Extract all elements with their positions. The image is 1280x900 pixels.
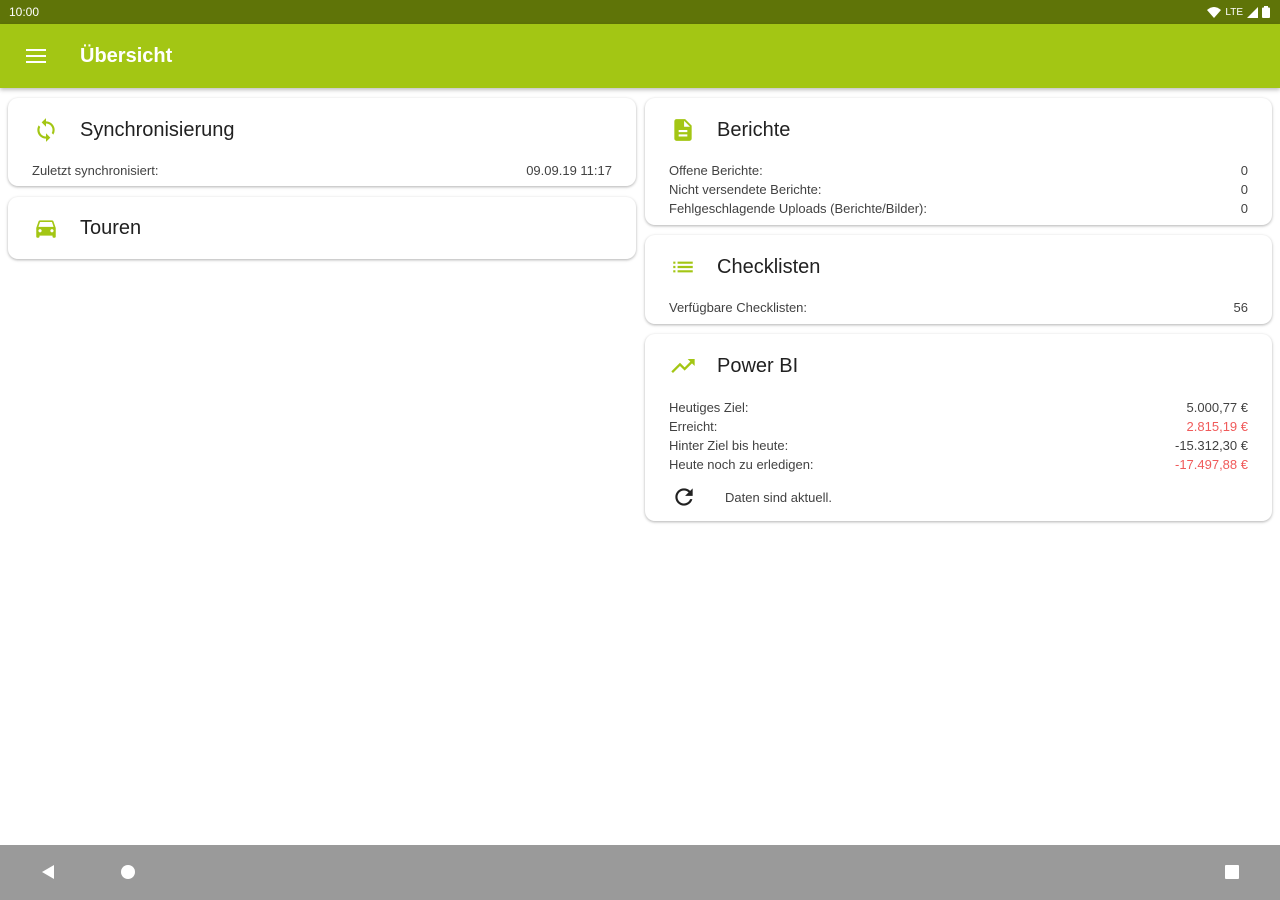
row-label: Heute noch zu erledigen:: [669, 457, 814, 472]
powerbi-row-todo: Heute noch zu erledigen: -17.497,88 €: [669, 455, 1248, 474]
sync-card[interactable]: Synchronisierung Zuletzt synchronisiert:…: [8, 98, 636, 186]
home-button[interactable]: [108, 852, 148, 892]
network-type: LTE: [1225, 6, 1243, 18]
row-label: Verfügbare Checklisten:: [669, 300, 808, 315]
row-label: Offene Berichte:: [669, 163, 763, 178]
home-icon: [121, 865, 135, 879]
app-bar: Übersicht: [0, 24, 1280, 88]
reports-row-unsent: Nicht versendete Berichte: 0: [669, 180, 1248, 199]
powerbi-row-target: Heutiges Ziel: 5.000,77 €: [669, 398, 1248, 417]
checklists-row-available: Verfügbare Checklisten: 56: [669, 298, 1248, 317]
row-value: -15.312,30 €: [1174, 438, 1248, 453]
recents-button[interactable]: [1212, 852, 1252, 892]
powerbi-row-achieved: Erreicht: 2.815,19 €: [669, 417, 1248, 436]
page-title: Übersicht: [80, 44, 173, 67]
status-icons: LTE: [1207, 6, 1270, 18]
refresh-button[interactable]: [669, 482, 699, 512]
row-label: Heutiges Ziel:: [669, 400, 749, 415]
powerbi-title: Power BI: [717, 354, 799, 377]
trending-up-icon: [669, 352, 697, 380]
row-value: 09.09.19 11:17: [526, 163, 612, 178]
row-label: Zuletzt synchronisiert:: [32, 163, 159, 178]
row-value: 0: [1240, 201, 1248, 216]
row-value: 5.000,77 €: [1186, 400, 1248, 415]
recents-icon: [1225, 865, 1239, 879]
checklists-card[interactable]: Checklisten Verfügbare Checklisten: 56: [645, 235, 1272, 324]
tours-title: Touren: [80, 216, 142, 239]
document-icon: [669, 116, 697, 144]
reports-row-failed: Fehlgeschlagende Uploads (Berichte/Bilde…: [669, 199, 1248, 218]
signal-icon: [1247, 6, 1258, 18]
back-button[interactable]: [28, 852, 68, 892]
powerbi-card[interactable]: Power BI Heutiges Ziel: 5.000,77 € Errei…: [645, 334, 1272, 521]
row-value: -17.497,88 €: [1174, 457, 1248, 472]
refresh-icon: [675, 488, 693, 506]
powerbi-row-behind: Hinter Ziel bis heute: -15.312,30 €: [669, 436, 1248, 455]
tours-card[interactable]: Touren: [8, 197, 636, 259]
sync-row-last: Zuletzt synchronisiert: 09.09.19 11:17: [32, 161, 612, 180]
reports-title: Berichte: [717, 118, 791, 141]
row-value: 56: [1233, 300, 1248, 315]
row-label: Fehlgeschlagende Uploads (Berichte/Bilde…: [669, 201, 927, 216]
sync-icon: [32, 116, 60, 144]
menu-icon: [26, 49, 46, 63]
row-label: Erreicht:: [669, 419, 718, 434]
navigation-bar: [0, 845, 1280, 900]
list-icon: [669, 253, 697, 281]
row-label: Nicht versendete Berichte:: [669, 182, 822, 197]
row-label: Hinter Ziel bis heute:: [669, 438, 789, 453]
wifi-icon: [1207, 6, 1222, 18]
reports-row-open: Offene Berichte: 0: [669, 161, 1248, 180]
status-bar: 10:00 LTE: [0, 0, 1280, 24]
back-icon: [42, 865, 54, 879]
row-value: 0: [1240, 182, 1248, 197]
reports-card[interactable]: Berichte Offene Berichte: 0 Nicht versen…: [645, 98, 1272, 225]
row-value: 2.815,19 €: [1186, 419, 1248, 434]
menu-button[interactable]: [16, 36, 56, 76]
status-time: 10:00: [9, 5, 40, 19]
row-value: 0: [1240, 163, 1248, 178]
checklists-title: Checklisten: [717, 255, 821, 278]
battery-icon: [1262, 6, 1270, 18]
sync-title: Synchronisierung: [80, 118, 235, 141]
car-icon: [32, 214, 60, 242]
powerbi-status-text: Daten sind aktuell.: [725, 489, 832, 505]
